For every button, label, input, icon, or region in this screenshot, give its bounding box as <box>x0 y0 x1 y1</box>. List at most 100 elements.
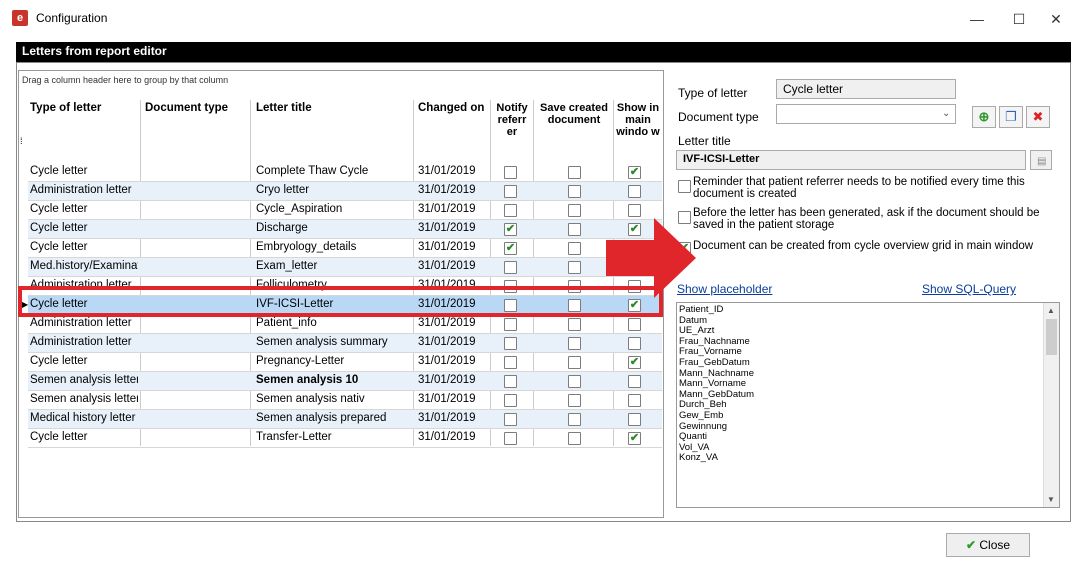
save-checkbox[interactable] <box>568 413 581 426</box>
show-checkbox[interactable]: ✔ <box>628 299 641 312</box>
scroll-thumb[interactable] <box>1046 319 1057 355</box>
table-row[interactable]: Cycle letter Discharge 31/01/2019 ✔ ✔ <box>28 220 662 239</box>
table-row[interactable]: Med.history/Examinat Exam_letter 31/01/201… <box>28 258 662 277</box>
table-row[interactable]: Cycle letter Transfer-Letter 31/01/2019 ✔ <box>28 429 662 448</box>
save-checkbox[interactable] <box>568 356 581 369</box>
table-row[interactable]: Administration letter Folliculometry 31/01… <box>28 277 662 296</box>
grid-checkbox[interactable]: ✔ <box>678 242 691 255</box>
scrollbar[interactable]: ▲ ▼ <box>1043 303 1059 507</box>
type-field[interactable]: Cycle letter <box>776 79 956 99</box>
save-checkbox[interactable] <box>568 242 581 255</box>
show-checkbox[interactable] <box>628 337 641 350</box>
save-checkbox[interactable] <box>678 211 691 224</box>
notify-checkbox[interactable] <box>504 166 517 179</box>
placeholder-item[interactable]: Gew_Emb <box>677 410 1059 422</box>
col-header-type[interactable]: Type of letter <box>30 102 101 114</box>
notify-checkbox[interactable]: ✔ <box>504 242 517 255</box>
title-input[interactable]: IVF-ICSI-Letter <box>676 150 1026 170</box>
col-header-show[interactable]: Show in main windo w <box>616 102 660 138</box>
placeholder-item[interactable]: Datum <box>677 315 1059 327</box>
show-checkbox[interactable] <box>628 261 641 274</box>
table-row[interactable]: Cycle letter IVF-ICSI-Letter 31/01/2019 ✔ <box>28 296 662 315</box>
save-checkbox[interactable] <box>568 261 581 274</box>
placeholder-item[interactable]: Vol_VA <box>677 442 1059 454</box>
table-row[interactable]: Administration letter Patient_info 31/01/2… <box>28 315 662 334</box>
copy-button[interactable]: ❐ <box>999 106 1023 128</box>
notify-checkbox[interactable]: ✔ <box>504 223 517 236</box>
save-checkbox[interactable] <box>568 166 581 179</box>
placeholder-item[interactable]: Durch_Beh <box>677 400 1059 411</box>
close-window-button[interactable]: ✕ <box>1041 8 1071 30</box>
col-header-title[interactable]: Letter title <box>256 102 312 114</box>
save-checkbox[interactable] <box>568 204 581 217</box>
save-checkbox[interactable] <box>568 318 581 331</box>
save-checkbox[interactable] <box>568 337 581 350</box>
notify-checkbox[interactable] <box>504 394 517 407</box>
placeholder-item[interactable]: Frau_GebDatum <box>677 357 1059 369</box>
show-checkbox[interactable] <box>628 394 641 407</box>
notify-checkbox[interactable] <box>504 413 517 426</box>
notify-checkbox[interactable] <box>504 185 517 198</box>
save-checkbox[interactable] <box>568 432 581 445</box>
delete-button[interactable]: ✖ <box>1026 106 1050 128</box>
scroll-down-icon[interactable]: ▼ <box>1047 495 1055 504</box>
table-row[interactable]: Cycle letter Cycle_Aspiration 31/01/2019 <box>28 201 662 220</box>
table-row[interactable]: Administration letter Cryo letter 31/01/20… <box>28 182 662 201</box>
add-button[interactable]: ⊕ <box>972 106 996 128</box>
table-row[interactable]: Cycle letter Embryology_details 31/01/2019… <box>28 239 662 258</box>
placeholder-list[interactable]: Patient_ID Datum UE_Arzt Frau_Nachname Frau_… <box>676 302 1060 508</box>
table-row[interactable]: Administration letter Semen analysis summ… <box>28 334 662 353</box>
save-checkbox[interactable] <box>568 223 581 236</box>
table-row[interactable]: Cycle letter Pregnancy-Letter 31/01/2019 ✔ <box>28 353 662 372</box>
show-checkbox[interactable] <box>628 204 641 217</box>
table-row[interactable]: Semen analysis letter Semen analysis nati… <box>28 391 662 410</box>
edit-title-button[interactable]: ▤ <box>1030 150 1052 170</box>
column-chooser-icon[interactable]: ⁞ <box>20 136 23 146</box>
notify-checkbox[interactable] <box>504 299 517 312</box>
table-row[interactable]: Semen analysis letter Semen analysis 10 31… <box>28 372 662 391</box>
notify-checkbox[interactable] <box>678 180 691 193</box>
show-checkbox[interactable] <box>628 413 641 426</box>
table-row[interactable]: Cycle letter Complete Thaw Cycle 31/01/201… <box>28 163 662 182</box>
save-checkbox[interactable] <box>568 280 581 293</box>
show-checkbox[interactable]: ✔ <box>628 356 641 369</box>
show-checkbox[interactable] <box>628 375 641 388</box>
save-checkbox[interactable] <box>568 394 581 407</box>
col-header-save[interactable]: Save created document <box>535 102 613 126</box>
scroll-up-icon[interactable]: ▲ <box>1047 306 1055 315</box>
show-checkbox[interactable]: ✔ <box>628 223 641 236</box>
notify-checkbox[interactable] <box>504 318 517 331</box>
show-checkbox[interactable]: ✔ <box>628 166 641 179</box>
placeholder-item[interactable]: Quanti <box>677 432 1059 443</box>
col-header-changed[interactable]: Changed on <box>418 102 484 114</box>
placeholder-item[interactable]: Patient_ID <box>677 304 1059 316</box>
show-checkbox[interactable] <box>628 280 641 293</box>
show-checkbox[interactable] <box>628 185 641 198</box>
show-checkbox[interactable] <box>628 318 641 331</box>
notify-checkbox[interactable] <box>504 356 517 369</box>
placeholder-item[interactable]: Mann_GebDatum <box>677 389 1059 401</box>
maximize-button[interactable]: ☐ <box>1004 8 1034 30</box>
save-checkbox[interactable] <box>568 299 581 312</box>
save-checkbox[interactable] <box>568 375 581 388</box>
notify-checkbox[interactable] <box>504 261 517 274</box>
save-checkbox[interactable] <box>568 185 581 198</box>
minimize-button[interactable]: — <box>962 8 992 30</box>
table-row[interactable]: Medical history letter Semen analysis pre… <box>28 410 662 429</box>
col-header-doctype[interactable]: Document type <box>145 102 228 114</box>
chevron-down-icon[interactable]: ⌄ <box>942 108 950 119</box>
placeholder-item[interactable]: Konz_VA <box>677 453 1059 464</box>
notify-checkbox[interactable] <box>504 432 517 445</box>
show-checkbox[interactable] <box>628 242 641 255</box>
show-placeholder-link[interactable]: Show placeholder <box>677 282 772 296</box>
placeholder-item[interactable]: Gewinnung <box>677 421 1059 433</box>
col-header-notify[interactable]: Notify referr er <box>492 102 532 138</box>
doctype-select[interactable] <box>776 104 956 124</box>
notify-checkbox[interactable] <box>504 280 517 293</box>
close-button[interactable]: ✔ Close <box>946 533 1030 557</box>
notify-checkbox[interactable] <box>504 337 517 350</box>
notify-checkbox[interactable] <box>504 375 517 388</box>
show-checkbox[interactable]: ✔ <box>628 432 641 445</box>
notify-checkbox[interactable] <box>504 204 517 217</box>
show-sql-link[interactable]: Show SQL-Query <box>922 282 1016 296</box>
